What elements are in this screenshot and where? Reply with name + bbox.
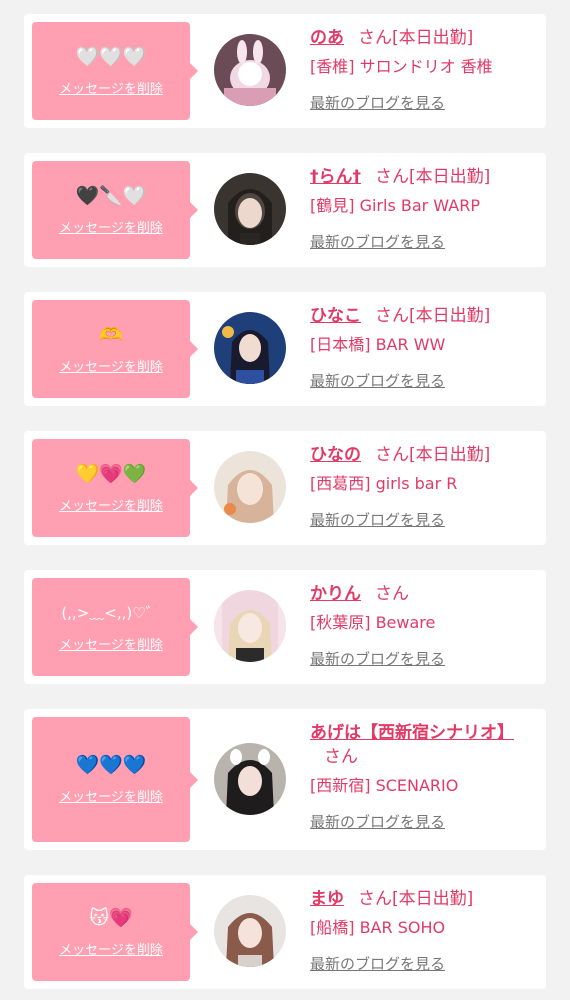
avatar[interactable] xyxy=(214,743,286,815)
delete-message-button[interactable]: メッセージを削除 xyxy=(59,495,163,514)
avatar[interactable] xyxy=(214,173,286,245)
avatar[interactable] xyxy=(214,312,286,384)
cast-name-link[interactable]: のあ xyxy=(310,28,344,48)
shop-name: [日本橋] BAR WW xyxy=(310,335,446,354)
honorific: さん xyxy=(375,167,409,187)
latest-blog-link[interactable]: 最新のブログを見る xyxy=(310,509,445,530)
status-badge: [本日出勤] xyxy=(392,28,474,48)
message-bubble: 🫶 メッセージを削除 xyxy=(32,300,198,398)
shop-name: [香椎] サロンドリオ 香椎 xyxy=(310,57,493,76)
list-item: 💙💙💙 メッセージを削除 あげは【西新宿シナリオ】さん [西新宿] SCENAR… xyxy=(24,709,546,850)
list-item: 🤍🤍🤍 メッセージを削除 のあ さん[本日出勤] [香椎] サロンドリオ 香椎 最… xyxy=(24,14,546,128)
status-badge: [本日出勤] xyxy=(409,167,491,187)
shop-name: [鶴見] Girls Bar WARP xyxy=(310,196,480,215)
list-item: 😽💗 メッセージを削除 まゆ さん[本日出勤] [船橋] BAR SOHO 最新の… xyxy=(24,875,546,989)
message-text: 😽💗 xyxy=(89,906,133,929)
avatar[interactable] xyxy=(214,34,286,106)
cast-info: かりん さん [秋葉原] Beware 最新のブログを見る xyxy=(310,582,530,669)
delete-message-button[interactable]: メッセージを削除 xyxy=(59,786,163,805)
honorific: さん xyxy=(375,306,409,326)
cast-info: のあ さん[本日出勤] [香椎] サロンドリオ 香椎 最新のブログを見る xyxy=(310,26,530,113)
shop-name: [西葛西] girls bar R xyxy=(310,474,458,493)
delete-message-button[interactable]: メッセージを削除 xyxy=(59,939,163,958)
honorific: さん xyxy=(375,584,409,604)
message-bubble: 😽💗 メッセージを削除 xyxy=(32,883,198,981)
message-text: 🫶 xyxy=(99,323,123,346)
message-text: 🖤🔪🤍 xyxy=(75,184,147,207)
message-text: 🤍🤍🤍 xyxy=(75,45,147,68)
message-bubble: 💙💙💙 メッセージを削除 xyxy=(32,717,198,842)
message-text: (,,>﹏<,,)♡゛ xyxy=(61,603,161,622)
cast-info: あげは【西新宿シナリオ】さん [西新宿] SCENARIO 最新のブログを見る xyxy=(310,721,530,832)
list-item: 🖤🔪🤍 メッセージを削除 †らん† さん[本日出勤] [鶴見] Girls Bar… xyxy=(24,153,546,267)
message-text: 💛💗💚 xyxy=(75,462,147,485)
cast-name-link[interactable]: あげは【西新宿シナリオ】 xyxy=(310,723,514,743)
message-bubble: (,,>﹏<,,)♡゛ メッセージを削除 xyxy=(32,578,198,676)
cast-info: ひなの さん[本日出勤] [西葛西] girls bar R 最新のブログを見る xyxy=(310,443,530,530)
honorific: さん xyxy=(358,889,392,909)
cast-name-link[interactable]: かりん xyxy=(310,584,361,604)
avatar[interactable] xyxy=(214,895,286,967)
honorific: さん xyxy=(324,747,358,767)
latest-blog-link[interactable]: 最新のブログを見る xyxy=(310,953,445,974)
avatar[interactable] xyxy=(214,451,286,523)
latest-blog-link[interactable]: 最新のブログを見る xyxy=(310,92,445,113)
message-text: 💙💙💙 xyxy=(75,754,147,776)
shop-name: [西新宿] SCENARIO xyxy=(310,776,459,795)
honorific: さん xyxy=(358,28,392,48)
latest-blog-link[interactable]: 最新のブログを見る xyxy=(310,811,445,832)
honorific: さん xyxy=(375,445,409,465)
cast-info: ひなこ さん[本日出勤] [日本橋] BAR WW 最新のブログを見る xyxy=(310,304,530,391)
message-bubble: 🤍🤍🤍 メッセージを削除 xyxy=(32,22,198,120)
avatar[interactable] xyxy=(214,590,286,662)
cast-info: †らん† さん[本日出勤] [鶴見] Girls Bar WARP 最新のブログを… xyxy=(310,165,530,252)
shop-name: [秋葉原] Beware xyxy=(310,613,436,632)
delete-message-button[interactable]: メッセージを削除 xyxy=(59,217,163,236)
shop-name: [船橋] BAR SOHO xyxy=(310,918,446,937)
list-item: (,,>﹏<,,)♡゛ メッセージを削除 かりん さん [秋葉原] Beware … xyxy=(24,570,546,684)
latest-blog-link[interactable]: 最新のブログを見る xyxy=(310,648,445,669)
latest-blog-link[interactable]: 最新のブログを見る xyxy=(310,231,445,252)
cast-name-link[interactable]: まゆ xyxy=(310,889,344,909)
message-bubble: 💛💗💚 メッセージを削除 xyxy=(32,439,198,537)
cast-name-link[interactable]: ひなの xyxy=(310,445,361,465)
status-badge: [本日出勤] xyxy=(392,889,474,909)
list-item: 💛💗💚 メッセージを削除 ひなの さん[本日出勤] [西葛西] girls bar… xyxy=(24,431,546,545)
delete-message-button[interactable]: メッセージを削除 xyxy=(59,78,163,97)
cast-name-link[interactable]: †らん† xyxy=(310,167,361,187)
delete-message-button[interactable]: メッセージを削除 xyxy=(59,356,163,375)
delete-message-button[interactable]: メッセージを削除 xyxy=(59,634,163,653)
cast-info: まゆ さん[本日出勤] [船橋] BAR SOHO 最新のブログを見る xyxy=(310,887,530,974)
message-bubble: 🖤🔪🤍 メッセージを削除 xyxy=(32,161,198,259)
latest-blog-link[interactable]: 最新のブログを見る xyxy=(310,370,445,391)
list-item: 🫶 メッセージを削除 ひなこ さん[本日出勤] [日本橋] BAR WW 最新のブ… xyxy=(24,292,546,406)
cast-name-link[interactable]: ひなこ xyxy=(310,306,361,326)
status-badge: [本日出勤] xyxy=(409,445,491,465)
status-badge: [本日出勤] xyxy=(409,306,491,326)
